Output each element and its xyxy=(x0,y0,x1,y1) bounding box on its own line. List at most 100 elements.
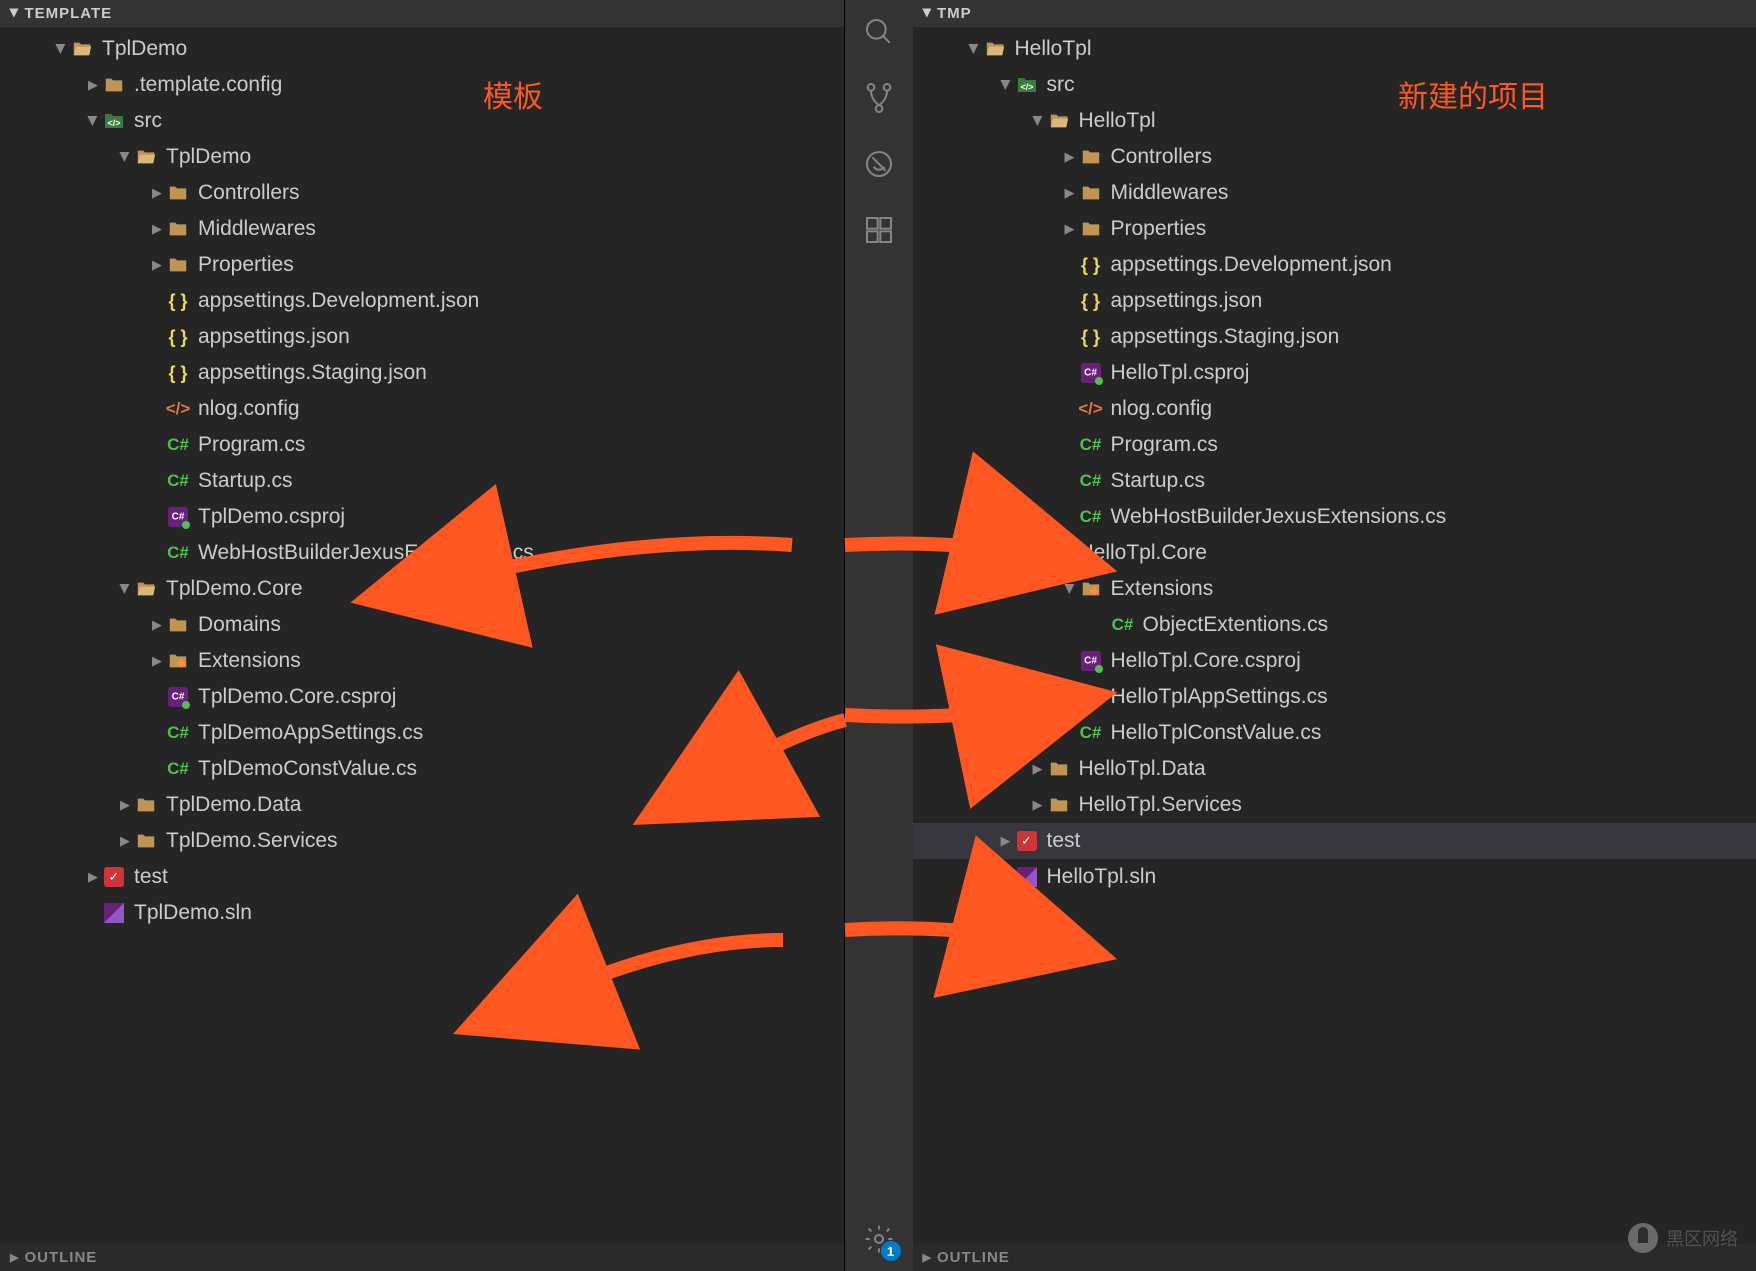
tree-folder-item[interactable]: ▶Properties xyxy=(0,247,844,283)
chevron-down-icon: ▶ xyxy=(117,580,133,598)
tree-file-item[interactable]: C#Program.cs xyxy=(913,427,1756,463)
tree-item-label: src xyxy=(134,109,162,133)
tree-folder-item[interactable]: ▶TplDemo xyxy=(0,139,844,175)
tree-folder-item[interactable]: ▶test xyxy=(913,823,1756,859)
file-tree-left: ▶TplDemo▶.template.config▶</>src▶TplDemo… xyxy=(0,27,844,1244)
tree-file-item[interactable]: { }appsettings.json xyxy=(0,319,844,355)
xml-config-icon: </> xyxy=(166,397,190,421)
tree-folder-item[interactable]: ▶Middlewares xyxy=(913,175,1756,211)
tree-folder-item[interactable]: ▶</>src xyxy=(0,103,844,139)
tree-file-item[interactable]: { }appsettings.Staging.json xyxy=(913,319,1756,355)
tree-folder-item[interactable]: ▶Extensions xyxy=(0,643,844,679)
tree-file-item[interactable]: { }appsettings.Staging.json xyxy=(0,355,844,391)
tree-folder-item[interactable]: ▶Domains xyxy=(0,607,844,643)
chevron-down-icon: ▶ xyxy=(1030,112,1046,130)
folder-icon xyxy=(1079,217,1103,241)
tree-file-item[interactable]: { }appsettings.json xyxy=(913,283,1756,319)
tree-folder-item[interactable]: ▶Middlewares xyxy=(0,211,844,247)
tree-folder-item[interactable]: ▶TplDemo.Services xyxy=(0,823,844,859)
outline-title: OUTLINE xyxy=(24,1249,97,1266)
tree-item-label: Controllers xyxy=(198,181,300,205)
tree-item-label: Startup.cs xyxy=(198,469,293,493)
extensions-folder-icon xyxy=(166,649,190,673)
section-header-template[interactable]: ▶ TEMPLATE xyxy=(0,0,844,27)
tree-file-item[interactable]: C#Startup.cs xyxy=(913,463,1756,499)
tree-folder-item[interactable]: ▶HelloTpl.Services xyxy=(913,787,1756,823)
chevron-down-icon: ▶ xyxy=(1030,544,1046,562)
tree-file-item[interactable]: </>nlog.config xyxy=(913,391,1756,427)
csharp-file-icon: C# xyxy=(1079,721,1103,745)
chevron-right-icon: ▶ xyxy=(1029,761,1047,777)
tree-folder-item[interactable]: ▶TplDemo.Core xyxy=(0,571,844,607)
tree-folder-item[interactable]: ▶test xyxy=(0,859,844,895)
section-title: TEMPLATE xyxy=(24,5,112,22)
tree-file-item[interactable]: C#Startup.cs xyxy=(0,463,844,499)
source-control-icon[interactable] xyxy=(861,80,897,116)
tree-item-label: appsettings.Development.json xyxy=(198,289,479,313)
tree-item-label: Properties xyxy=(1111,217,1207,241)
tree-item-label: WebHostBuilderJexusExtensions.cs xyxy=(198,541,534,565)
chevron-right-icon: ▶ xyxy=(148,617,166,633)
outline-header-left[interactable]: ▶ OUTLINE xyxy=(0,1244,844,1271)
tree-item-label: HelloTpl.Core xyxy=(1079,541,1207,565)
chevron-right-icon: ▶ xyxy=(923,1251,932,1264)
chevron-down-icon: ▶ xyxy=(998,76,1014,94)
folder-icon xyxy=(1079,181,1103,205)
section-header-tmp[interactable]: ▶ TMP xyxy=(913,0,1756,27)
tree-file-item[interactable]: C#TplDemoConstValue.cs xyxy=(0,751,844,787)
tree-folder-item[interactable]: ▶HelloTpl.Data xyxy=(913,751,1756,787)
tree-item-label: TplDemoConstValue.cs xyxy=(198,757,417,781)
tree-file-item[interactable]: HelloTpl.csproj xyxy=(913,355,1756,391)
tree-file-item[interactable]: TplDemo.Core.csproj xyxy=(0,679,844,715)
csharp-file-icon: C# xyxy=(166,541,190,565)
tree-folder-item[interactable]: ▶HelloTpl xyxy=(913,103,1756,139)
chevron-right-icon: ▶ xyxy=(116,833,134,849)
folder-icon xyxy=(166,613,190,637)
tree-folder-item[interactable]: ▶ HelloTpl.Core xyxy=(913,535,1756,571)
tree-folder-item[interactable]: ▶.template.config xyxy=(0,67,844,103)
tree-file-item[interactable]: { }appsettings.Development.json xyxy=(913,247,1756,283)
tree-file-item[interactable]: C#HelloTplConstValue.cs xyxy=(913,715,1756,751)
settings-gear-icon[interactable]: 1 xyxy=(861,1221,897,1257)
tree-item-label: WebHostBuilderJexusExtensions.cs xyxy=(1111,505,1447,529)
tree-folder-item[interactable]: ▶Controllers xyxy=(913,139,1756,175)
tree-folder-item[interactable]: ▶Extensions xyxy=(913,571,1756,607)
json-braces-icon: { } xyxy=(166,325,190,349)
tree-file-item[interactable]: C#ObjectExtentions.cs xyxy=(913,607,1756,643)
tree-item-label: HelloTpl.Core.csproj xyxy=(1111,649,1301,673)
tree-file-item[interactable]: </>nlog.config xyxy=(0,391,844,427)
watermark: 黑区网络 xyxy=(1628,1223,1738,1253)
tree-folder-item[interactable]: ▶TplDemo xyxy=(0,31,844,67)
tree-folder-item[interactable]: ▶TplDemo.Data xyxy=(0,787,844,823)
folder-icon xyxy=(1047,757,1071,781)
watermark-text: 黑区网络 xyxy=(1666,1225,1738,1251)
tree-item-label: Program.cs xyxy=(198,433,305,457)
tree-file-item[interactable]: C# WebHostBuilderJexusExtensions.cs xyxy=(0,535,844,571)
tree-item-label: Extensions xyxy=(198,649,301,673)
folder-icon xyxy=(166,253,190,277)
tree-item-label: HelloTpl.csproj xyxy=(1111,361,1250,385)
notification-badge: 1 xyxy=(881,1241,901,1261)
tree-item-label: TplDemo.Core.csproj xyxy=(198,685,396,709)
tree-item-label: Startup.cs xyxy=(1111,469,1206,493)
tree-item-label: appsettings.Staging.json xyxy=(198,361,427,385)
tree-file-item[interactable]: HelloTpl.sln xyxy=(913,859,1756,895)
tree-folder-item[interactable]: ▶Controllers xyxy=(0,175,844,211)
extensions-icon[interactable] xyxy=(861,212,897,248)
tree-file-item[interactable]: C#HelloTplAppSettings.cs xyxy=(913,679,1756,715)
tree-file-item[interactable]: HelloTpl.Core.csproj xyxy=(913,643,1756,679)
tree-file-item[interactable]: C#WebHostBuilderJexusExtensions.cs xyxy=(913,499,1756,535)
tree-item-label: HelloTpl.sln xyxy=(1047,865,1157,889)
tree-file-item[interactable]: TplDemo.sln xyxy=(0,895,844,931)
tree-folder-item[interactable]: ▶HelloTpl xyxy=(913,31,1756,67)
debug-icon[interactable] xyxy=(861,146,897,182)
tree-file-item[interactable]: { }appsettings.Development.json xyxy=(0,283,844,319)
tree-folder-item[interactable]: ▶</>src xyxy=(913,67,1756,103)
tree-file-item[interactable]: C#TplDemoAppSettings.cs xyxy=(0,715,844,751)
tree-file-item[interactable]: TplDemo.csproj xyxy=(0,499,844,535)
chevron-right-icon: ▶ xyxy=(148,257,166,273)
tree-folder-item[interactable]: ▶Properties xyxy=(913,211,1756,247)
tree-file-item[interactable]: C#Program.cs xyxy=(0,427,844,463)
file-tree-right: ▶HelloTpl▶</>src▶HelloTpl▶Controllers▶Mi… xyxy=(913,27,1756,1244)
search-icon[interactable] xyxy=(861,14,897,50)
